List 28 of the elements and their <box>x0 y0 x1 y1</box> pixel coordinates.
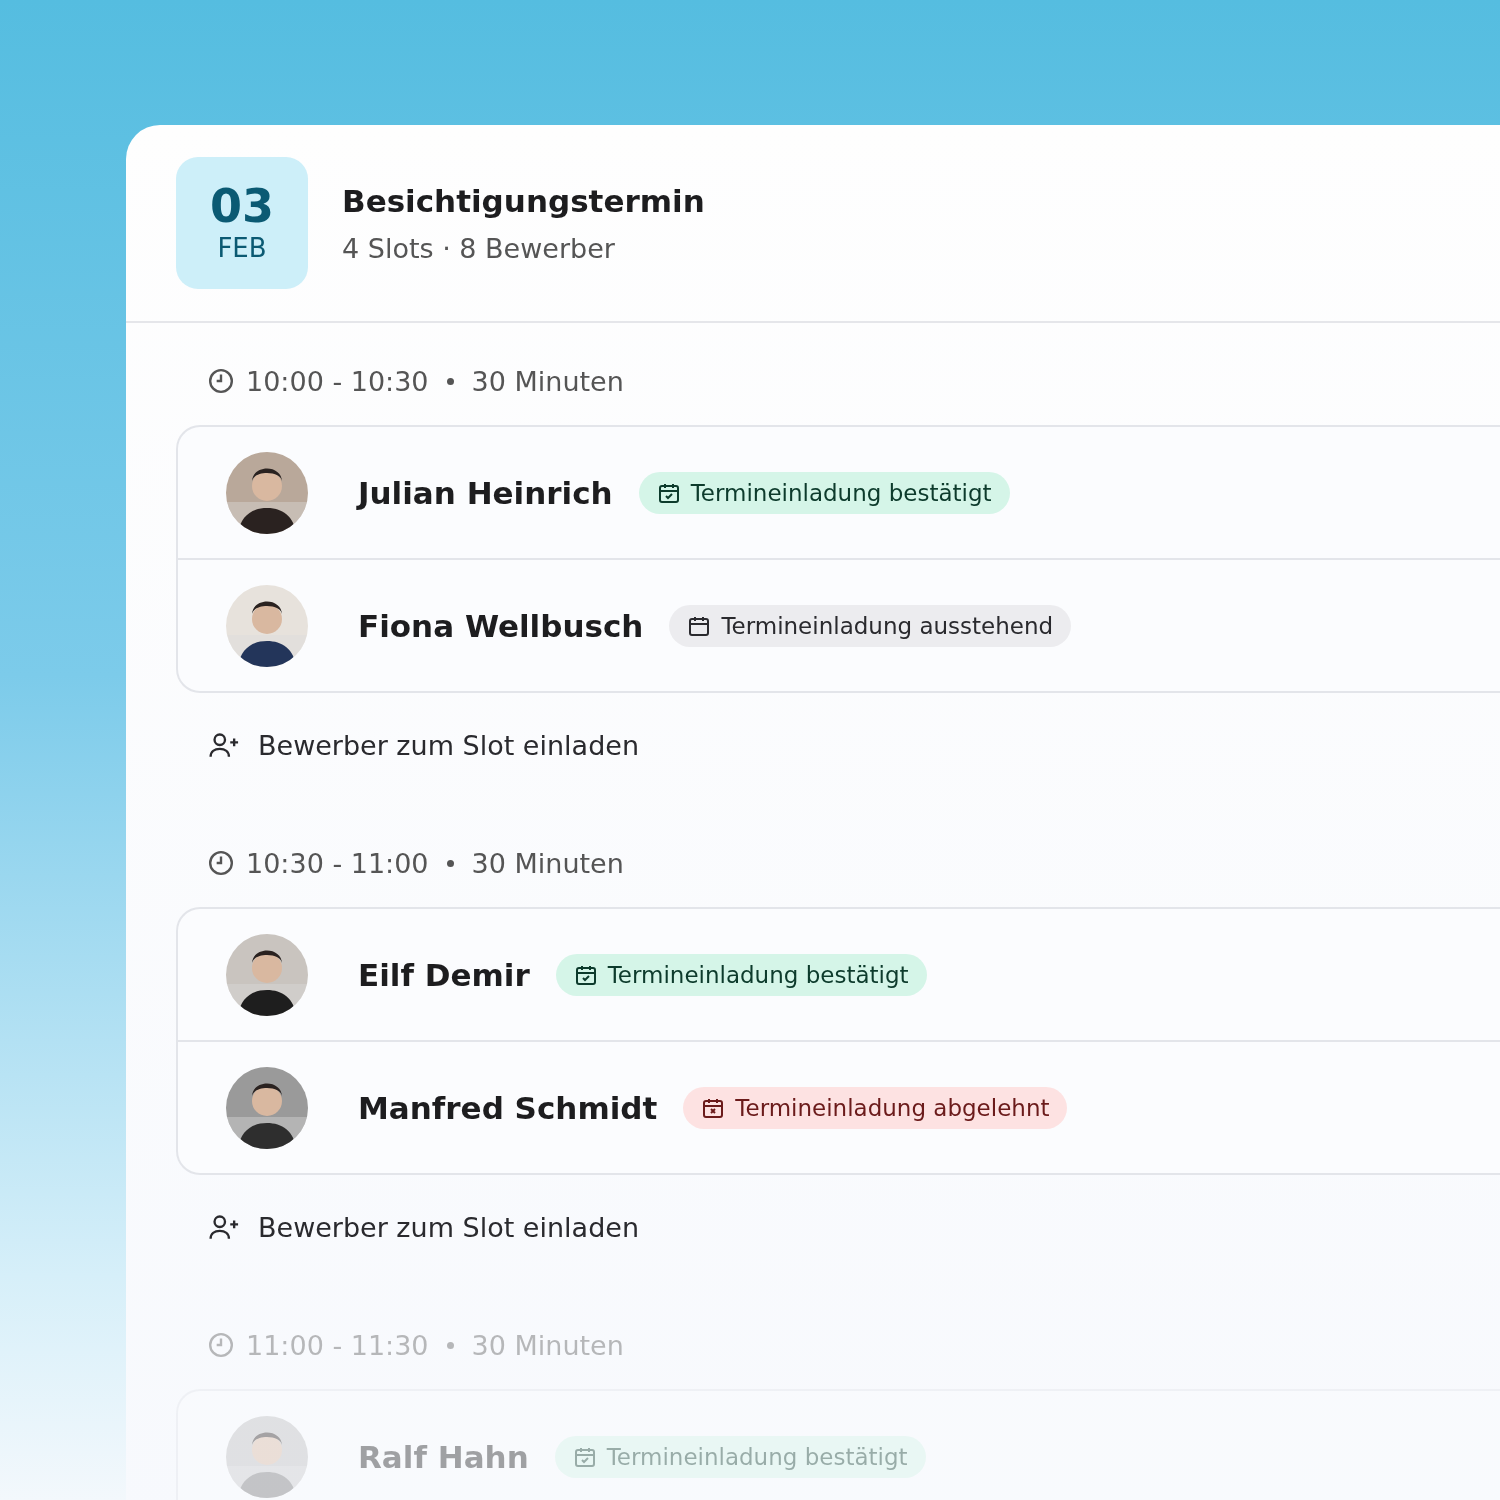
slot-duration: 30 Minuten <box>471 365 624 397</box>
status-badge: Termineinladung abgelehnt <box>683 1086 1068 1129</box>
status-badge: Termineinladung bestätigt <box>555 953 927 996</box>
slot-duration: 30 Minuten <box>471 847 624 879</box>
slot-time: 11:00 - 11:30 <box>246 1329 429 1361</box>
date-day: 03 <box>210 183 274 229</box>
status-badge: Termineinladung bestätigt <box>638 471 1010 514</box>
status-badge: Termineinladung bestätigt <box>554 1435 926 1478</box>
applicant-name: Eilf Demir <box>358 956 530 993</box>
event-title: Besichtigungstermin <box>342 182 705 219</box>
slot-duration: 30 Minuten <box>471 1329 624 1361</box>
event-summary: 4 Slots · 8 Bewerber <box>342 232 616 264</box>
invite-link[interactable]: Bewerber zum Slot einladen <box>208 729 639 761</box>
applicant-name: Fiona Wellbusch <box>358 607 644 644</box>
slot-time: 10:30 - 11:00 <box>246 847 429 879</box>
clock-icon <box>208 1332 234 1358</box>
separator-dot <box>446 1341 454 1349</box>
separator-dot <box>446 377 454 385</box>
clock-icon <box>208 850 234 876</box>
applicant-name: Manfred Schmidt <box>358 1089 658 1126</box>
applicant-name: Julian Heinrich <box>358 474 613 511</box>
clock-icon <box>208 368 234 394</box>
separator-dot <box>446 859 454 867</box>
slot-time: 10:00 - 10:30 <box>246 365 429 397</box>
applicant-name: Ralf Hahn <box>358 1438 529 1475</box>
date-month: FEB <box>217 233 267 263</box>
invite-link[interactable]: Bewerber zum Slot einladen <box>208 1211 639 1243</box>
status-badge: Termineinladung ausstehend <box>669 604 1072 647</box>
